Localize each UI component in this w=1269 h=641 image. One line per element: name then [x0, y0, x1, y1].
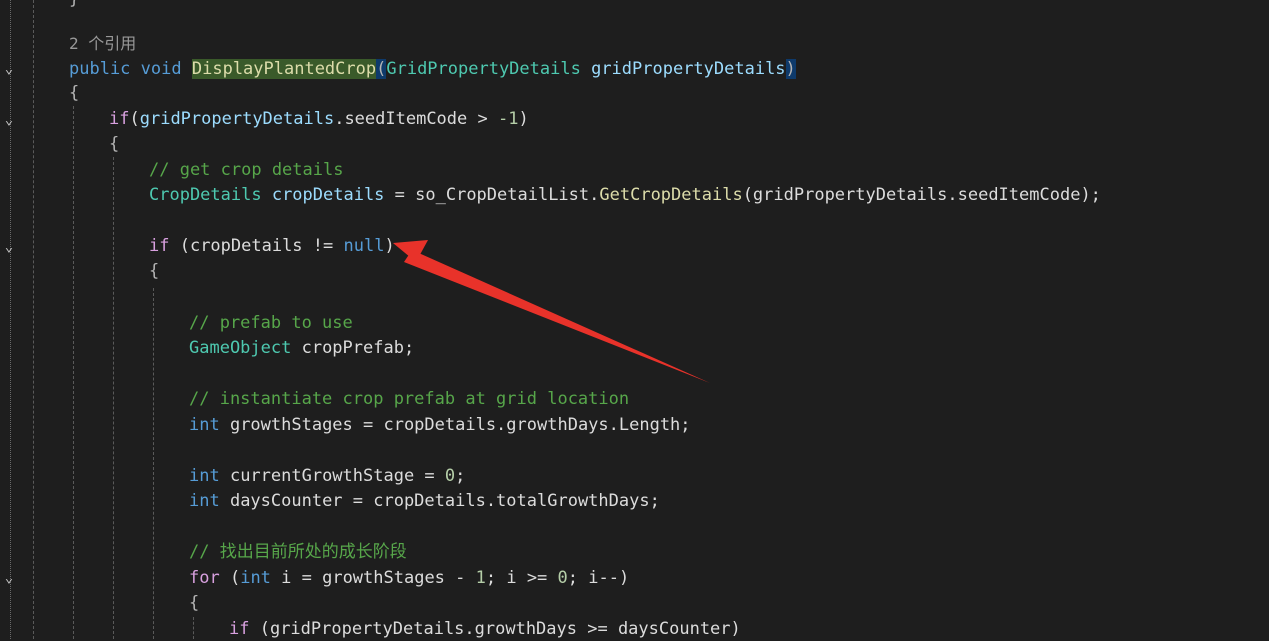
- number-literal: 0: [444, 466, 456, 486]
- keyword: int: [189, 466, 220, 486]
- type-name: GridPropertyDetails: [386, 59, 581, 79]
- code-token: ; i >=: [485, 568, 558, 588]
- code-line: if (gridPropertyDetails.growthDays >= da…: [229, 617, 741, 641]
- code-line: if(gridPropertyDetails.seedItemCode > -1…: [109, 107, 529, 131]
- code-token: .: [589, 185, 600, 205]
- code-token: cropPrefab;: [291, 338, 415, 358]
- keyword: int: [189, 491, 220, 511]
- method-name-highlight[interactable]: DisplayPlantedCrop: [191, 59, 377, 79]
- keyword: int: [240, 568, 271, 588]
- code-token: ; i--): [567, 568, 630, 588]
- code-token: ): [384, 236, 395, 256]
- keyword: if: [149, 236, 170, 256]
- code-token: i = growthStages -: [270, 568, 476, 588]
- reference-count-lens[interactable]: 2 个引用: [69, 32, 136, 56]
- code-line: {: [109, 134, 120, 154]
- code-token: (: [129, 109, 140, 129]
- parameter-name: gridPropertyDetails: [591, 59, 786, 79]
- method-signature-line: public void DisplayPlantedCrop(GridPrope…: [69, 57, 796, 81]
- code-line: {: [189, 593, 200, 613]
- keyword: if: [229, 619, 250, 639]
- code-line: CropDetails cropDetails = so_CropDetailL…: [149, 183, 1101, 207]
- parameter-name: gridPropertyDetails: [139, 109, 335, 129]
- code-token: so_CropDetailList: [415, 185, 590, 205]
- number-literal: 0: [557, 568, 568, 588]
- paren-match: (: [376, 59, 387, 79]
- code-line: if (cropDetails != null): [149, 234, 395, 258]
- code-line: {: [149, 261, 160, 281]
- comment-line: // get crop details: [149, 160, 344, 180]
- comment-line: // 找出目前所处的成长阶段: [189, 542, 407, 562]
- code-line: GameObject cropPrefab;: [189, 336, 414, 360]
- comment-line: // prefab to use: [189, 313, 353, 333]
- keyword: int: [189, 415, 220, 435]
- code-token: daysCounter = cropDetails.totalGrowthDay…: [219, 491, 660, 511]
- code-line: {: [69, 83, 80, 103]
- code-area[interactable]: } 2 个引用 public void DisplayPlantedCrop(G…: [0, 0, 1269, 639]
- code-line: int daysCounter = cropDetails.totalGrowt…: [189, 489, 660, 513]
- code-token: currentGrowthStage =: [219, 466, 445, 486]
- code-line: int growthStages = cropDetails.growthDay…: [189, 413, 691, 437]
- code-line: }: [69, 0, 79, 11]
- code-token: ;: [455, 466, 466, 486]
- code-token: (cropDetails !=: [169, 236, 344, 256]
- code-token: .seedItemCode >: [334, 109, 498, 129]
- keyword: if: [109, 109, 130, 129]
- code-token: =: [384, 185, 416, 205]
- keyword: for: [189, 568, 220, 588]
- code-token: ): [518, 109, 529, 129]
- keyword: null: [343, 236, 385, 256]
- number-literal: 1: [475, 568, 486, 588]
- code-line: int currentGrowthStage = 0;: [189, 464, 465, 488]
- code-token: growthStages = cropDetails.growthDays.Le…: [219, 415, 691, 435]
- variable-name: cropDetails: [261, 185, 385, 205]
- code-token: (gridPropertyDetails.seedItemCode);: [742, 185, 1101, 205]
- keyword: public: [69, 59, 131, 79]
- comment-line: // instantiate crop prefab at grid locat…: [189, 389, 630, 409]
- code-token: (: [219, 568, 241, 588]
- type-name: GameObject: [189, 338, 292, 358]
- number-literal: -1: [497, 109, 519, 129]
- type-name: CropDetails: [149, 185, 262, 205]
- code-token: (gridPropertyDetails.growthDays >= daysC…: [249, 619, 741, 639]
- paren-match: ): [785, 59, 796, 79]
- function-name: GetCropDetails: [599, 185, 743, 205]
- keyword: void: [140, 59, 182, 79]
- code-line: for (int i = growthStages - 1; i >= 0; i…: [189, 566, 629, 590]
